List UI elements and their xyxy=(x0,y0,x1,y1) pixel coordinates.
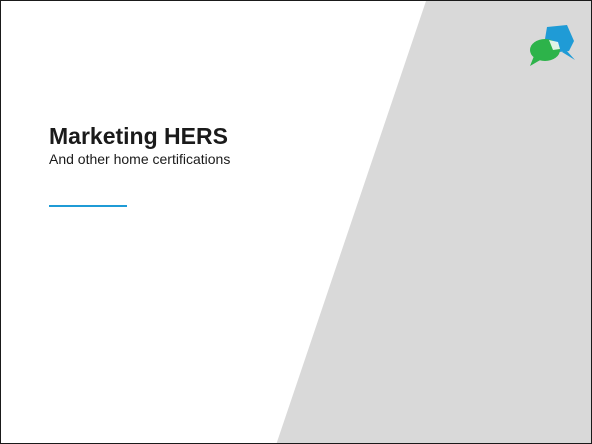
slide-subtitle: And other home certifications xyxy=(49,151,231,167)
slide-title: Marketing HERS xyxy=(49,123,228,149)
accent-divider xyxy=(49,205,127,207)
slide: Marketing HERS And other home certificat… xyxy=(0,0,592,444)
speech-bubbles-logo-icon xyxy=(530,25,575,66)
title-block: Marketing HERS And other home certificat… xyxy=(49,122,369,168)
gray-diagonal-panel xyxy=(276,1,591,443)
